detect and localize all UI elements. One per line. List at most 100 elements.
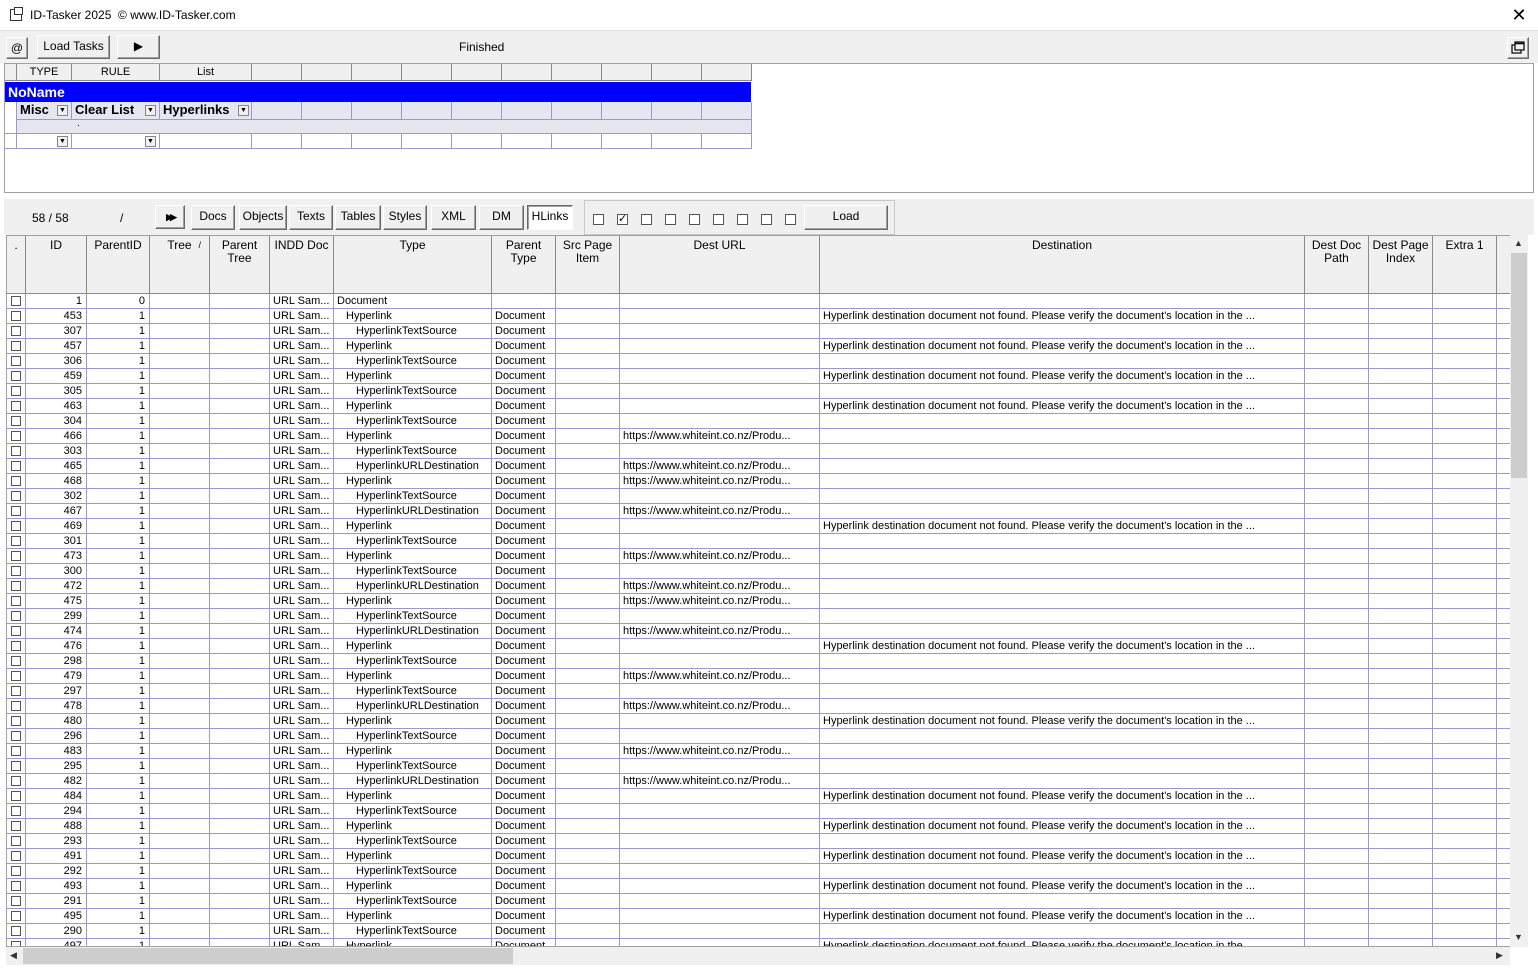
- row-select-cell[interactable]: [7, 384, 26, 399]
- row-checkbox[interactable]: [11, 731, 21, 741]
- row-select-cell[interactable]: [7, 669, 26, 684]
- col-header-dest-url[interactable]: Dest URL: [620, 236, 820, 294]
- tab-xml[interactable]: XML: [431, 205, 476, 230]
- table-row[interactable]: 453 1 URL Sam... Hyperlink Document Hyperlink…: [7, 309, 1517, 324]
- row-checkbox[interactable]: [11, 581, 21, 591]
- row-checkbox[interactable]: [11, 626, 21, 636]
- task-grid-header[interactable]: [302, 64, 352, 81]
- table-row[interactable]: 463 1 URL Sam... Hyperlink Document Hyperlink…: [7, 399, 1517, 414]
- tab-hlinks[interactable]: HLinks: [527, 205, 573, 230]
- option-checkbox-5[interactable]: [689, 214, 700, 225]
- row-checkbox[interactable]: [11, 446, 21, 456]
- col-header-extra-1[interactable]: Extra 1: [1433, 236, 1497, 294]
- table-row[interactable]: 474 1 URL Sam... HyperlinkURLDestination Doc…: [7, 624, 1517, 639]
- col-header-dest-page-index[interactable]: Dest Page Index: [1369, 236, 1433, 294]
- tab-objects[interactable]: Objects: [239, 205, 287, 230]
- table-row[interactable]: 290 1 URL Sam... HyperlinkTextSource Documen…: [7, 924, 1517, 939]
- scroll-right-icon[interactable]: ▶: [1496, 950, 1503, 961]
- row-checkbox[interactable]: [11, 566, 21, 576]
- col-header-destination[interactable]: Destination: [820, 236, 1305, 294]
- table-row[interactable]: 484 1 URL Sam... Hyperlink Document Hyperlink…: [7, 789, 1517, 804]
- col-header-tree[interactable]: Tree /: [150, 236, 210, 294]
- row-checkbox[interactable]: [11, 671, 21, 681]
- table-row[interactable]: 478 1 URL Sam... HyperlinkURLDestination Doc…: [7, 699, 1517, 714]
- row-checkbox[interactable]: [11, 791, 21, 801]
- table-row[interactable]: 493 1 URL Sam... Hyperlink Document Hyperlink…: [7, 879, 1517, 894]
- row-select-cell[interactable]: [7, 519, 26, 534]
- table-row[interactable]: 491 1 URL Sam... Hyperlink Document Hyperlink…: [7, 849, 1517, 864]
- table-row[interactable]: 473 1 URL Sam... Hyperlink Document https://w…: [7, 549, 1517, 564]
- task-cell[interactable]: [252, 134, 302, 149]
- row-checkbox[interactable]: [11, 641, 21, 651]
- task-cell[interactable]: [602, 134, 652, 149]
- option-checkbox-4[interactable]: [665, 214, 676, 225]
- task-cell[interactable]: [702, 102, 752, 120]
- tab-dm[interactable]: DM: [479, 205, 524, 230]
- row-select-cell[interactable]: [7, 294, 26, 309]
- option-checkbox-7[interactable]: [737, 214, 748, 225]
- row-checkbox[interactable]: [11, 506, 21, 516]
- row-select-cell[interactable]: [7, 354, 26, 369]
- task-cell[interactable]: [702, 134, 752, 149]
- chevron-down-icon[interactable]: ▼: [57, 136, 68, 147]
- tab-texts[interactable]: Texts: [289, 205, 333, 230]
- task-cell[interactable]: [160, 134, 252, 149]
- table-row[interactable]: 292 1 URL Sam... HyperlinkTextSource Documen…: [7, 864, 1517, 879]
- row-checkbox[interactable]: [11, 461, 21, 471]
- col-header-type[interactable]: Type: [334, 236, 492, 294]
- horizontal-scrollbar[interactable]: ◀ ▶: [6, 947, 1510, 965]
- table-row[interactable]: 296 1 URL Sam... HyperlinkTextSource Documen…: [7, 729, 1517, 744]
- row-select-cell[interactable]: [7, 459, 26, 474]
- row-select-cell[interactable]: [7, 339, 26, 354]
- row-checkbox[interactable]: [11, 386, 21, 396]
- scroll-left-icon[interactable]: ◀: [10, 950, 17, 961]
- table-row[interactable]: 488 1 URL Sam... Hyperlink Document Hyperlink…: [7, 819, 1517, 834]
- task-row-selector[interactable]: [5, 102, 17, 134]
- table-row[interactable]: 483 1 URL Sam... Hyperlink Document https://w…: [7, 744, 1517, 759]
- task-grid-header[interactable]: [702, 64, 752, 81]
- row-select-cell[interactable]: [7, 549, 26, 564]
- row-checkbox[interactable]: [11, 296, 21, 306]
- close-icon[interactable]: ✕: [1508, 4, 1530, 26]
- row-select-cell[interactable]: [7, 594, 26, 609]
- table-row[interactable]: 479 1 URL Sam... Hyperlink Document https://w…: [7, 669, 1517, 684]
- table-row[interactable]: 466 1 URL Sam... Hyperlink Document https://w…: [7, 429, 1517, 444]
- task-cell[interactable]: [652, 102, 702, 120]
- row-checkbox[interactable]: [11, 551, 21, 561]
- vertical-scroll-thumb[interactable]: [1511, 253, 1527, 478]
- col-header-src-page-item[interactable]: Src Page Item: [556, 236, 620, 294]
- task-cell[interactable]: [352, 102, 402, 120]
- row-checkbox[interactable]: [11, 416, 21, 426]
- run-button[interactable]: ▶: [117, 35, 160, 59]
- table-row[interactable]: 295 1 URL Sam... HyperlinkTextSource Documen…: [7, 759, 1517, 774]
- table-row[interactable]: 457 1 URL Sam... Hyperlink Document Hyperlink…: [7, 339, 1517, 354]
- table-row[interactable]: 307 1 URL Sam... HyperlinkTextSource Documen…: [7, 324, 1517, 339]
- row-select-cell[interactable]: [7, 399, 26, 414]
- task-set-name[interactable]: NoName: [5, 82, 751, 102]
- row-select-cell[interactable]: [7, 849, 26, 864]
- task-grid-header[interactable]: [402, 64, 452, 81]
- task-cell[interactable]: [502, 102, 552, 120]
- row-checkbox[interactable]: [11, 596, 21, 606]
- task-grid-header[interactable]: [252, 64, 302, 81]
- table-row[interactable]: 459 1 URL Sam... Hyperlink Document Hyperlink…: [7, 369, 1517, 384]
- table-row[interactable]: 497 1 URL Sam... Hyperlink Document Hyperlink…: [7, 939, 1517, 946]
- table-row[interactable]: 482 1 URL Sam... HyperlinkURLDestination Doc…: [7, 774, 1517, 789]
- task-cell[interactable]: [352, 134, 402, 149]
- task-grid-header[interactable]: RULE: [72, 64, 160, 81]
- row-checkbox[interactable]: [11, 926, 21, 936]
- table-row[interactable]: 465 1 URL Sam... HyperlinkURLDestination Doc…: [7, 459, 1517, 474]
- load-button[interactable]: Load: [804, 205, 888, 230]
- row-select-cell[interactable]: [7, 654, 26, 669]
- row-select-cell[interactable]: [7, 429, 26, 444]
- row-select-cell[interactable]: [7, 414, 26, 429]
- row-checkbox[interactable]: [11, 521, 21, 531]
- scroll-up-icon[interactable]: ▲: [1514, 238, 1523, 248]
- table-row[interactable]: 472 1 URL Sam... HyperlinkURLDestination Doc…: [7, 579, 1517, 594]
- option-checkbox-1[interactable]: [593, 214, 604, 225]
- row-checkbox[interactable]: [11, 881, 21, 891]
- task-grid-header[interactable]: [502, 64, 552, 81]
- row-checkbox[interactable]: [11, 716, 21, 726]
- row-select-cell[interactable]: [7, 639, 26, 654]
- col-header-dest-doc-path[interactable]: Dest Doc Path: [1305, 236, 1369, 294]
